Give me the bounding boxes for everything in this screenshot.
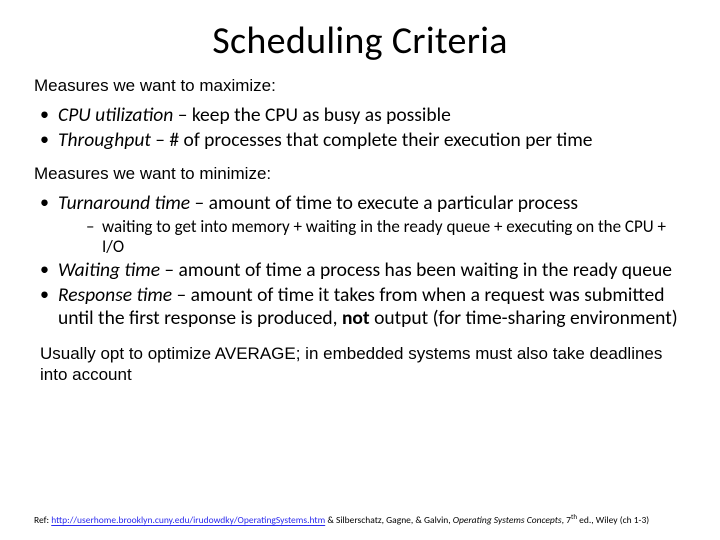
bullet-term: Turnaround time [58,191,190,215]
bullet-desc: – amount of time a process has been wait… [160,258,672,282]
list-item: Turnaround time – amount of time to exec… [40,192,686,257]
bullet-desc: – amount of time to execute a particular… [190,191,578,215]
list-item: Waiting time – amount of time a process … [40,259,686,282]
bullet-desc: – # of processes that complete their exe… [151,128,593,152]
bullet-term: CPU utilization [58,103,173,127]
bullet-term: Waiting time [58,258,160,282]
slide-title: Scheduling Criteria [34,18,686,64]
bullet-desc-post: output (for time-sharing environment) [370,306,678,330]
list-item: Throughput – # of processes that complet… [40,129,686,152]
ref-link[interactable]: http://userhome.brooklyn.cuny.edu/irudow… [51,515,325,527]
bullet-term: Response time [58,283,172,307]
sub-list-item: waiting to get into memory + waiting in … [86,217,686,257]
footer-note: Usually opt to optimize AVERAGE; in embe… [40,344,682,385]
list-item: CPU utilization – keep the CPU as busy a… [40,104,686,127]
ref-book: Operating Systems Concepts [453,515,562,527]
ref-mid: & Silberschatz, Gagne, & Galvin, [325,515,453,527]
maximize-list: CPU utilization – keep the CPU as busy a… [40,104,686,152]
list-item: Response time – amount of time it takes … [40,284,686,330]
minimize-label: Measures we want to minimize: [34,164,686,184]
sub-list: waiting to get into memory + waiting in … [86,217,686,257]
bullet-desc: – keep the CPU as busy as possible [173,103,451,127]
minimize-list: Turnaround time – amount of time to exec… [40,192,686,330]
maximize-label: Measures we want to maximize: [34,76,686,96]
bullet-term: Throughput [58,128,151,152]
ref-tail: ed., Wiley (ch 1-3) [577,515,649,527]
ref-prefix: Ref: [34,515,51,527]
reference-line: Ref: http://userhome.brooklyn.cuny.edu/i… [34,513,649,526]
ref-suffix: , 7 [562,515,571,527]
bullet-bold: not [342,306,370,330]
slide: Scheduling Criteria Measures we want to … [0,0,720,540]
